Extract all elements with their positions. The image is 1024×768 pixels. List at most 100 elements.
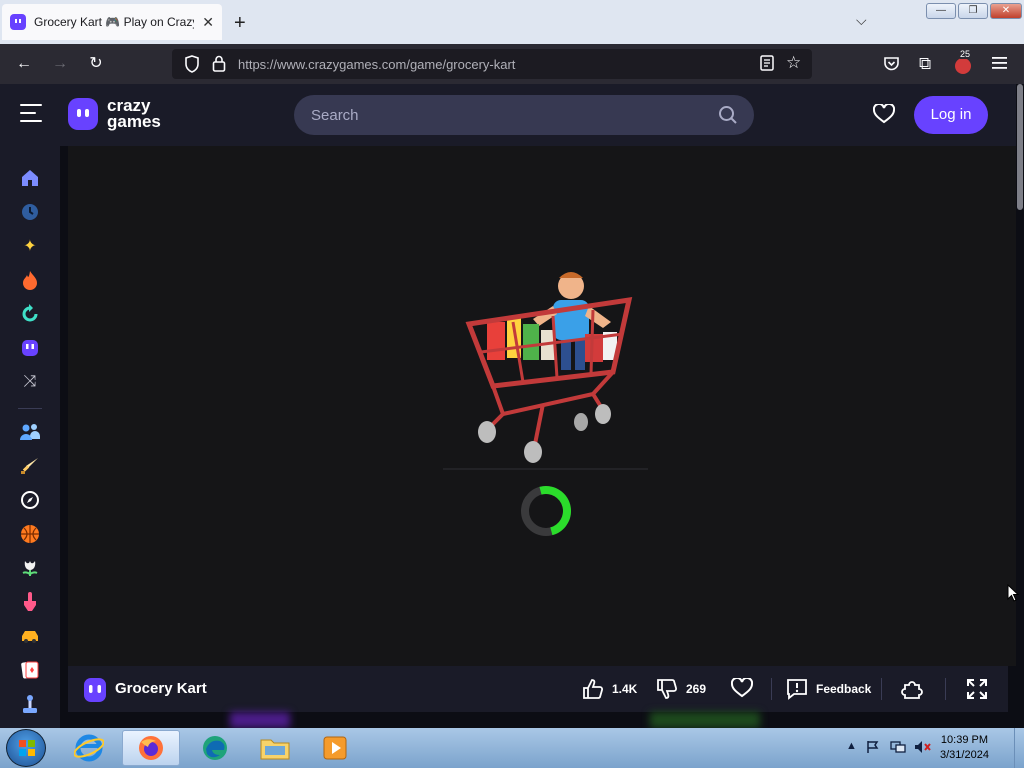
feedback-button[interactable]: Feedback [786,678,871,700]
sidebar-item-adventure[interactable] [20,490,40,510]
game-area: Grocery Kart 1.4K 269 Feedback [60,146,1016,728]
network-icon[interactable] [890,740,906,757]
start-button[interactable] [6,729,46,767]
tab-close-icon[interactable]: ✕ [202,14,214,31]
like-count: 1.4K [612,682,638,696]
game-title: Grocery Kart [115,680,207,697]
like-button[interactable]: 1.4K [582,678,637,700]
bookmark-star-icon[interactable]: ☆ [786,53,801,73]
extension-badge: 25 [960,49,971,59]
scrollbar-thumb[interactable] [1017,84,1023,210]
site-header: crazy games Search Log in [0,84,1016,146]
page-scrollbar[interactable] [1016,84,1024,728]
browser-tab[interactable]: Grocery Kart 🎮 Play on CrazyGames ✕ [2,4,222,40]
bar-divider [771,678,772,700]
clock-time: 10:39 PM [940,734,989,746]
windows-taskbar: ▲ 10:39 PM 3/31/2024 [0,728,1024,768]
url-bar[interactable]: https://www.crazygames.com/game/grocery-… [172,49,812,79]
sidebar-item-recent[interactable] [20,202,40,222]
sidebar-item-trending[interactable] [20,270,40,290]
close-window-button[interactable]: ✕ [990,3,1022,19]
sidebar-item-basketball[interactable] [20,524,40,544]
taskbar-file-explorer[interactable] [248,730,302,766]
sidebar-item-controller[interactable] [20,694,40,714]
dislike-button[interactable]: 269 [656,678,706,700]
sidebar-item-updated[interactable] [20,304,40,324]
sidebar-item-multiplayer[interactable] [20,422,40,442]
thumbs-down-icon [657,679,678,699]
mouse-cursor-icon [1007,584,1019,602]
show-desktop-button[interactable] [1014,728,1024,768]
forward-icon[interactable]: → [50,54,70,74]
taskbar-media-player[interactable] [308,730,362,766]
show-hidden-icons[interactable]: ▲ [846,740,857,752]
crazygames-logo-icon[interactable] [68,98,98,130]
search-placeholder: Search [311,107,359,124]
sidebar-divider [18,408,42,409]
favorites-heart-icon[interactable] [872,102,896,129]
bar-divider [881,678,882,700]
lock-icon[interactable] [212,55,226,77]
content-peek-purple [230,712,290,728]
back-icon[interactable]: ← [14,54,34,74]
puzzle-icon [901,681,923,699]
thumbs-up-icon [583,679,604,699]
url-text: https://www.crazygames.com/game/grocery-… [238,56,516,72]
extensions-puzzle-icon[interactable]: ⧉ [919,54,931,74]
search-icon[interactable] [718,105,738,130]
fullscreen-button[interactable] [966,678,988,700]
reload-icon[interactable]: ↻ [86,54,106,74]
ublock-icon[interactable] [955,58,971,74]
volume-muted-icon[interactable] [914,740,932,757]
list-all-tabs-icon[interactable]: ⌵ [856,12,867,29]
tracking-protection-icon[interactable] [184,55,200,78]
media-player-icon [323,736,347,760]
new-tab-icon[interactable]: + [234,12,246,35]
sidebar-toggle-icon[interactable] [20,104,42,128]
action-center-flag-icon[interactable] [866,740,880,757]
taskbar-firefox[interactable] [122,730,180,766]
crazygames-small-logo-icon [84,678,106,702]
system-clock[interactable]: 10:39 PM 3/31/2024 [940,733,989,763]
heart-icon [731,678,753,698]
restore-window-button[interactable]: ❐ [958,3,988,19]
favorite-button[interactable] [731,678,753,698]
minimize-window-button[interactable]: — [926,3,956,19]
folder-icon [260,739,290,760]
game-frame[interactable] [68,146,1016,666]
clock-date: 3/31/2024 [940,749,989,761]
pocket-icon[interactable] [883,55,900,77]
content-peek-green [650,712,760,728]
sidebar-item-clicker[interactable] [20,592,40,612]
firefox-icon [139,736,163,760]
grocery-cart-illustration [465,272,633,463]
feedback-label: Feedback [816,682,872,696]
loading-track [443,468,648,470]
sidebar-item-action[interactable] [20,456,40,476]
sidebar-item-new[interactable]: ✦ [20,236,40,256]
taskbar-edge[interactable] [188,730,242,766]
site-logo-text[interactable]: crazy games [107,97,161,131]
sidebar-item-home[interactable] [20,168,40,188]
feedback-icon [787,679,807,700]
internet-explorer-icon [74,734,104,762]
bar-divider [945,678,946,700]
edge-icon [203,736,227,760]
taskbar-internet-explorer[interactable] [62,730,116,766]
search-input[interactable]: Search [294,95,754,135]
game-info-bar: Grocery Kart 1.4K 269 Feedback [68,666,1008,712]
sidebar-item-driving[interactable] [20,626,40,646]
sidebar-item-random[interactable]: ⤨ [20,372,40,392]
tab-title: Grocery Kart 🎮 Play on CrazyGames [34,15,194,29]
report-button[interactable] [901,678,923,700]
logo-line2: games [107,112,161,131]
login-button[interactable]: Log in [914,96,988,134]
sidebar-item-card[interactable] [20,660,40,680]
browser-navbar: ← → ↻ https://www.crazygames.com/game/gr… [0,44,1024,84]
loading-spinner-arc [511,476,581,546]
sidebar-item-originals[interactable] [20,338,40,358]
menu-icon[interactable] [992,56,1008,75]
sidebar-item-casual[interactable] [20,558,40,578]
reader-view-icon[interactable] [760,55,774,76]
crazygames-favicon [10,14,26,30]
